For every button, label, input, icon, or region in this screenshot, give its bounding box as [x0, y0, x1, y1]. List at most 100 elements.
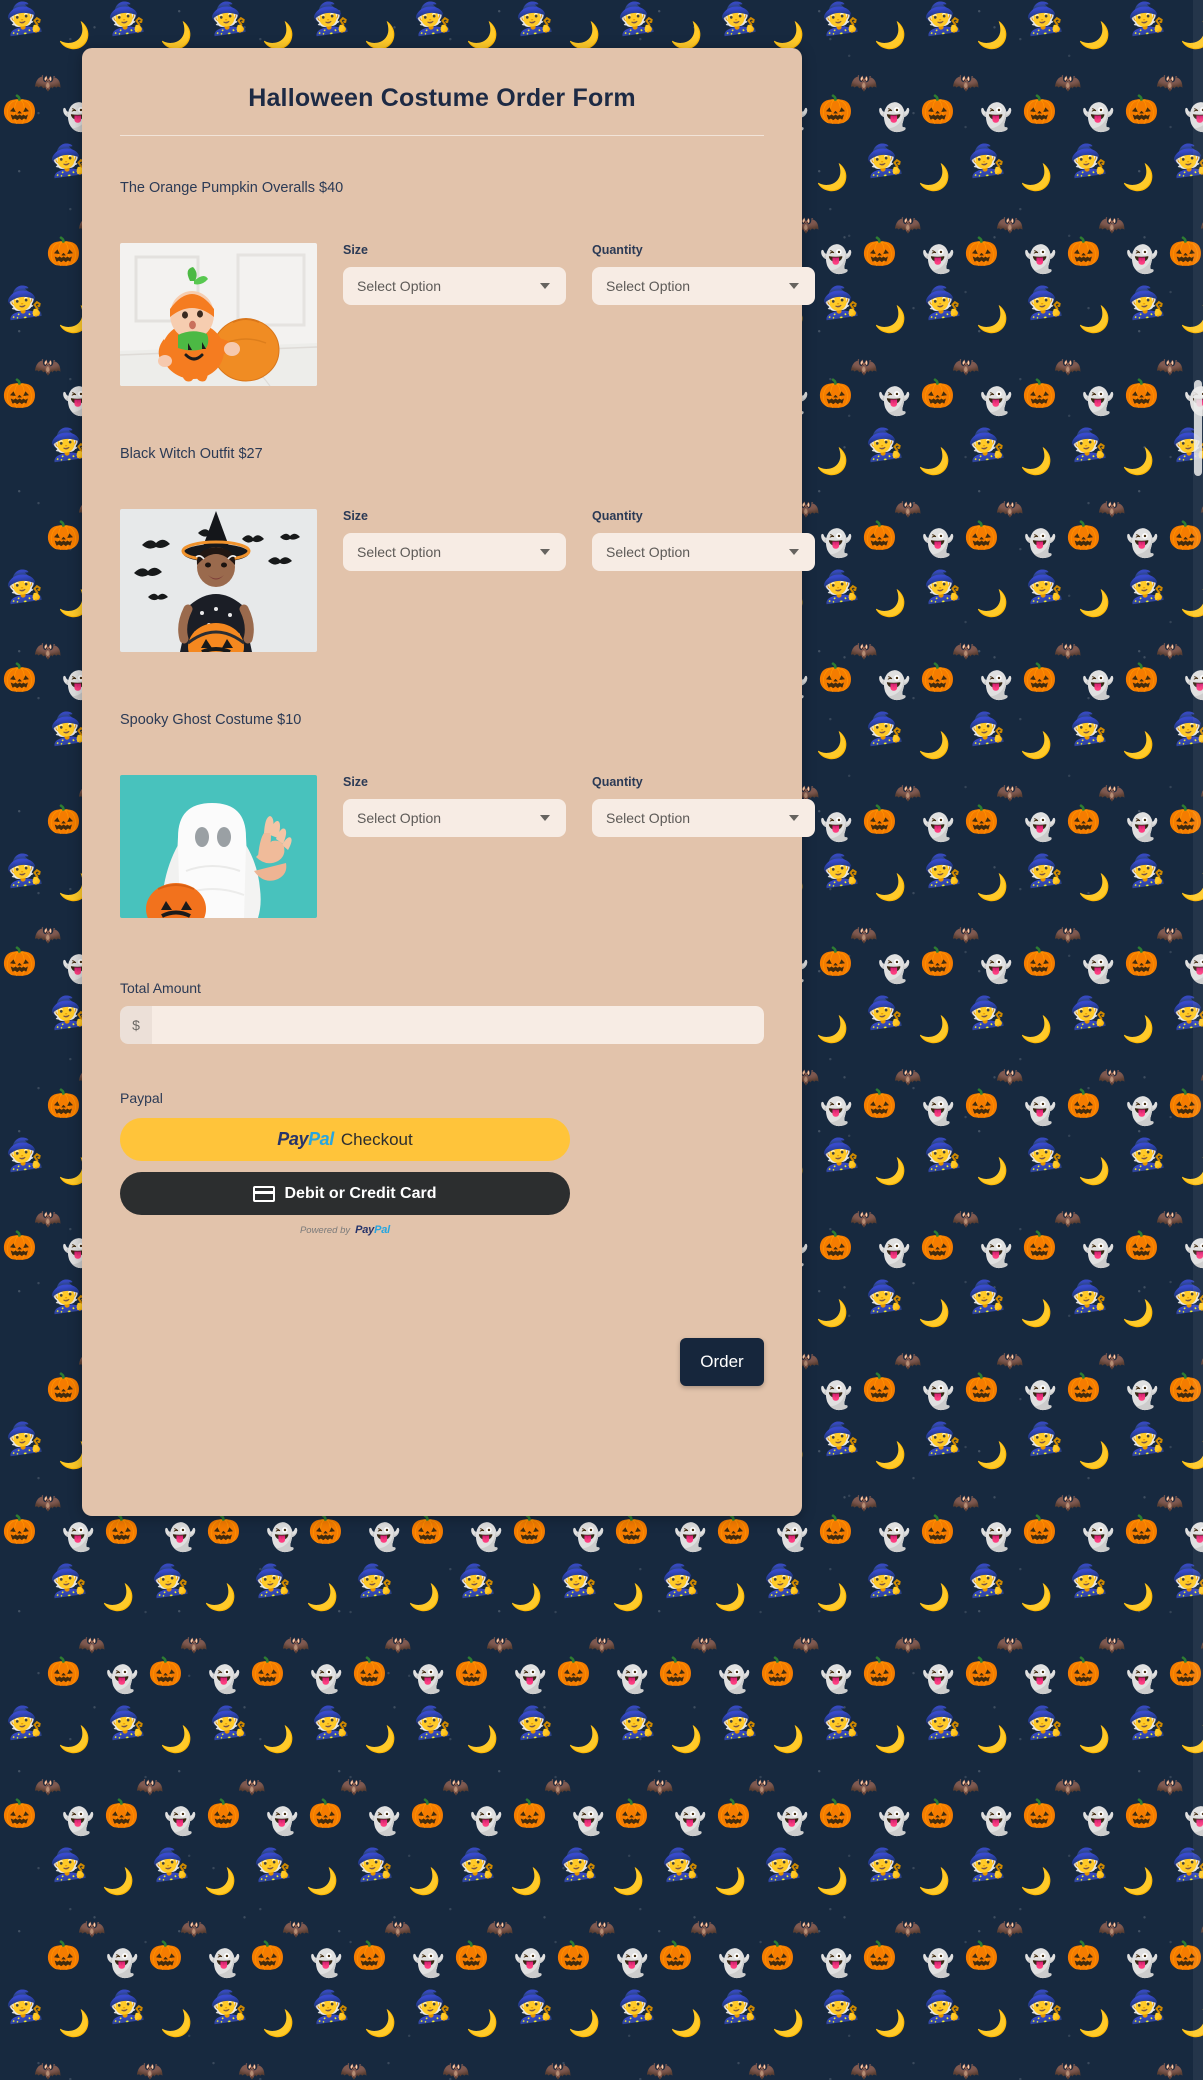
- halloween-pattern-icon: 🦇: [894, 1064, 922, 1089]
- halloween-pattern-icon: 🌙: [976, 588, 1009, 618]
- halloween-pattern-icon: 👻: [1082, 954, 1115, 984]
- halloween-pattern-icon: 🌙: [160, 20, 193, 50]
- halloween-pattern-icon: 🧙: [3, 567, 46, 606]
- halloween-pattern-icon: 🎃: [1022, 1798, 1057, 1829]
- halloween-pattern-icon: 🧙: [863, 425, 906, 464]
- halloween-pattern-icon: 🌙: [816, 730, 849, 760]
- halloween-pattern-icon: 🦇: [850, 1206, 878, 1231]
- halloween-pattern-icon: 🌙: [1122, 162, 1155, 192]
- halloween-pattern-icon: 🎃: [862, 236, 897, 267]
- quantity-select[interactable]: Select Option: [592, 267, 815, 305]
- halloween-pattern-icon: 🦇: [952, 1490, 980, 1515]
- halloween-pattern-icon: 👻: [1126, 1664, 1159, 1694]
- halloween-pattern-icon: 🎃: [920, 378, 955, 409]
- halloween-pattern-icon: 🌙: [306, 1866, 339, 1896]
- halloween-pattern-icon: 🌙: [1020, 1582, 1053, 1612]
- halloween-pattern-icon: 🌙: [816, 1582, 849, 1612]
- halloween-pattern-icon: 🎃: [308, 1514, 343, 1545]
- halloween-pattern-icon: 🌙: [1122, 1298, 1155, 1328]
- halloween-pattern-icon: 🧙: [615, 1703, 658, 1742]
- halloween-pattern-icon: 🦇: [952, 2058, 980, 2080]
- halloween-pattern-icon: 👻: [1082, 102, 1115, 132]
- halloween-pattern-icon: 🎃: [760, 1940, 795, 1971]
- halloween-pattern-icon: 🧙: [3, 0, 46, 38]
- halloween-pattern-icon: 🦇: [996, 780, 1024, 805]
- halloween-pattern-icon: 🎃: [148, 1656, 183, 1687]
- quantity-select[interactable]: Select Option: [592, 799, 815, 837]
- halloween-pattern-icon: 🎃: [1124, 378, 1159, 409]
- halloween-pattern-icon: 🌙: [816, 1866, 849, 1896]
- halloween-pattern-icon: 🧙: [105, 0, 148, 38]
- halloween-pattern-icon: 🦇: [1156, 354, 1184, 379]
- total-amount-input[interactable]: [152, 1006, 764, 1044]
- halloween-pattern-icon: 🌙: [160, 1724, 193, 1754]
- halloween-pattern-icon: 🌙: [1020, 446, 1053, 476]
- halloween-pattern-icon: 🎃: [250, 1656, 285, 1687]
- halloween-pattern-icon: 🧙: [921, 851, 964, 890]
- halloween-pattern-icon: 🦇: [1156, 1774, 1184, 1799]
- quantity-select[interactable]: Select Option: [592, 533, 815, 571]
- halloween-pattern-icon: 🌙: [1078, 304, 1111, 334]
- halloween-pattern-icon: 🦇: [952, 354, 980, 379]
- halloween-pattern-icon: 🎃: [46, 1940, 81, 1971]
- halloween-pattern-icon: 🦇: [952, 1206, 980, 1231]
- halloween-pattern-icon: 🧙: [1125, 283, 1168, 322]
- halloween-pattern-icon: 👻: [980, 1806, 1013, 1836]
- halloween-pattern-icon: 🎃: [1124, 1514, 1159, 1545]
- size-select[interactable]: Select Option: [343, 533, 566, 571]
- halloween-pattern-icon: 👻: [878, 1238, 911, 1268]
- halloween-pattern-icon: 🧙: [207, 1987, 250, 2026]
- form-body: The Orange Pumpkin Overalls $40 Size Sel…: [82, 180, 815, 1426]
- halloween-pattern-icon: 🎃: [862, 804, 897, 835]
- halloween-pattern-icon: 👻: [1024, 528, 1057, 558]
- halloween-pattern-icon: 🌙: [918, 1866, 951, 1896]
- halloween-pattern-icon: 🦇: [588, 1916, 616, 1941]
- halloween-pattern-icon: 🎃: [46, 1372, 81, 1403]
- halloween-pattern-icon: 🦇: [34, 638, 62, 663]
- chevron-down-icon: [789, 283, 799, 289]
- halloween-pattern-icon: 🌙: [816, 446, 849, 476]
- halloween-pattern-icon: 🧙: [47, 1561, 90, 1600]
- halloween-pattern-icon: 👻: [1126, 244, 1159, 274]
- paypal-checkout-button[interactable]: PayPal Checkout: [120, 1118, 570, 1161]
- halloween-pattern-icon: 🦇: [340, 2058, 368, 2080]
- halloween-pattern-icon: 🎃: [454, 1940, 489, 1971]
- halloween-pattern-icon: 🦇: [136, 2058, 164, 2080]
- halloween-pattern-icon: 🎃: [818, 1230, 853, 1261]
- halloween-pattern-icon: 🎃: [1124, 662, 1159, 693]
- halloween-pattern-icon: 🦇: [952, 638, 980, 663]
- halloween-pattern-icon: 👻: [820, 812, 853, 842]
- halloween-pattern-icon: 👻: [310, 1948, 343, 1978]
- halloween-pattern-icon: 🎃: [614, 1514, 649, 1545]
- quantity-field-group: Quantity Select Option: [592, 509, 815, 571]
- halloween-pattern-icon: 🎃: [818, 1514, 853, 1545]
- halloween-pattern-icon: 🧙: [207, 0, 250, 38]
- halloween-pattern-icon: 🌙: [408, 1866, 441, 1896]
- debit-credit-card-button[interactable]: Debit or Credit Card: [120, 1172, 570, 1215]
- halloween-pattern-icon: 👻: [1024, 1096, 1057, 1126]
- halloween-pattern-icon: 🦇: [850, 2058, 878, 2080]
- halloween-pattern-icon: 👻: [674, 1806, 707, 1836]
- halloween-pattern-icon: 🧙: [353, 1845, 396, 1884]
- debit-credit-card-label: Debit or Credit Card: [284, 1184, 437, 1202]
- halloween-pattern-icon: 🎃: [716, 1514, 751, 1545]
- powered-by-paypal: Powered by PayPal: [120, 1224, 570, 1236]
- halloween-pattern-icon: 🎃: [352, 1656, 387, 1687]
- size-select[interactable]: Select Option: [343, 799, 566, 837]
- halloween-pattern-icon: 🎃: [818, 946, 853, 977]
- halloween-pattern-icon: 🌙: [918, 730, 951, 760]
- halloween-pattern-icon: 🦇: [850, 1490, 878, 1515]
- halloween-pattern-icon: 🎃: [46, 804, 81, 835]
- halloween-pattern-icon: 🌙: [816, 162, 849, 192]
- order-button[interactable]: Order: [680, 1338, 764, 1386]
- halloween-pattern-icon: 🧙: [921, 1419, 964, 1458]
- page-scrollbar-thumb[interactable]: [1194, 380, 1202, 476]
- page-scrollbar-track[interactable]: [1193, 0, 1203, 2080]
- halloween-pattern-icon: 👻: [1126, 1096, 1159, 1126]
- size-select[interactable]: Select Option: [343, 267, 566, 305]
- halloween-pattern-icon: 🌙: [160, 2008, 193, 2038]
- dollar-sign-icon: $: [120, 1006, 152, 1044]
- halloween-pattern-icon: 🦇: [1098, 212, 1126, 237]
- halloween-pattern-icon: 👻: [1082, 1522, 1115, 1552]
- halloween-pattern-icon: 👻: [1082, 670, 1115, 700]
